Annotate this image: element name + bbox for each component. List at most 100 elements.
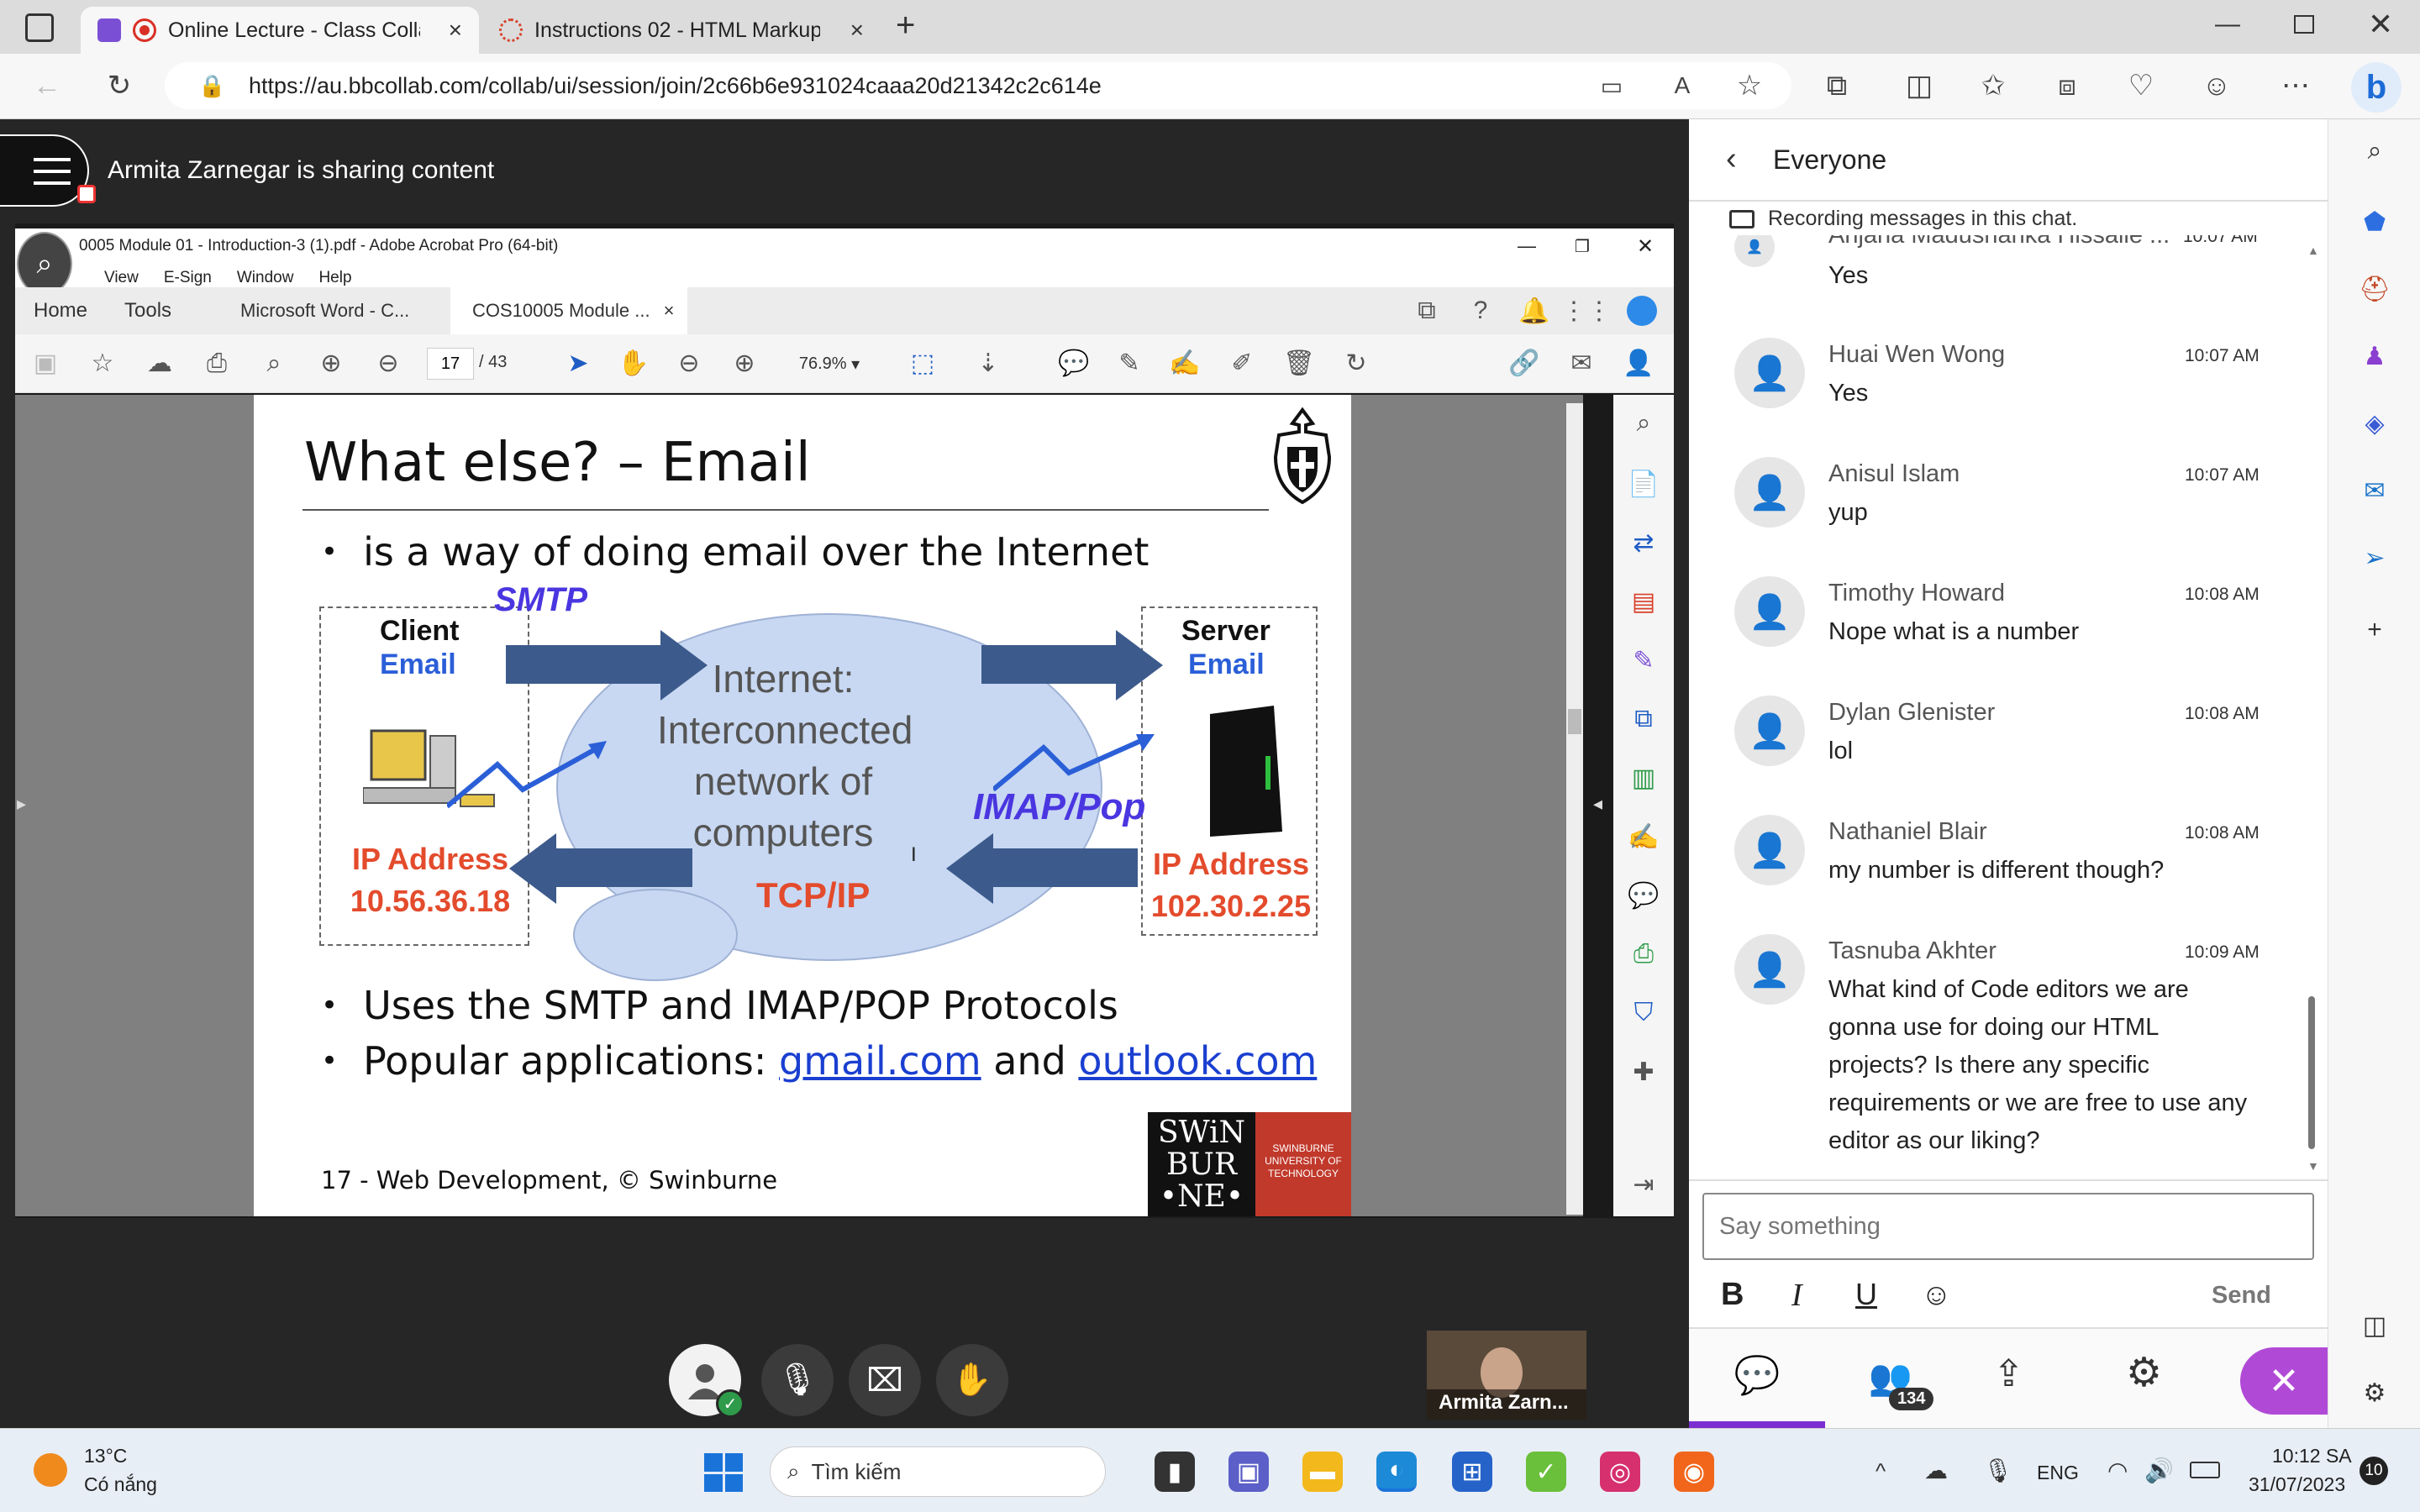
gmail-link[interactable]: gmail.com: [779, 1038, 981, 1084]
more-tools-icon[interactable]: ✚: [1627, 1055, 1660, 1089]
microphone-muted-button[interactable]: 🎙: [761, 1344, 834, 1416]
participants-tab-icon[interactable]: 👥 134: [1840, 1344, 1941, 1411]
bookmark-star-icon[interactable]: ☆: [86, 347, 119, 381]
browser-tab-instructions[interactable]: Instructions 02 - HTML Markups ×: [482, 7, 881, 54]
menu-view[interactable]: View: [104, 269, 139, 287]
sidebar-office-icon[interactable]: ◈: [2360, 408, 2390, 438]
close-panel-button[interactable]: ✕: [2240, 1347, 2328, 1415]
apps-grid-icon[interactable]: ⋮⋮: [1561, 294, 1612, 328]
comment-icon[interactable]: 💬: [1057, 347, 1091, 381]
camera-off-button[interactable]: ⌧: [849, 1344, 921, 1416]
taskbar-search[interactable]: ⌕ Tìm kiếm: [770, 1446, 1106, 1497]
store-icon[interactable]: ⊞: [1452, 1452, 1492, 1492]
export-pdf-icon[interactable]: ⇄: [1627, 526, 1660, 559]
chat-message-input[interactable]: [1702, 1193, 2314, 1260]
rotate-icon[interactable]: ↻: [1339, 347, 1373, 381]
clock-date[interactable]: 31/07/2023: [2249, 1473, 2345, 1496]
sidebar-shopping-icon[interactable]: ⬟: [2360, 207, 2390, 237]
hand-tool-icon[interactable]: ✋: [617, 347, 650, 381]
acrobat-tab-word[interactable]: Microsoft Word - C...: [240, 300, 409, 322]
page-number-field[interactable]: 17: [427, 348, 474, 380]
acrobat-tab-home[interactable]: Home: [34, 299, 87, 323]
favorites-list-icon[interactable]: ✩: [1975, 67, 2012, 104]
fit-page-icon[interactable]: ⬚: [906, 347, 939, 381]
raise-hand-button[interactable]: ✋: [936, 1344, 1008, 1416]
add-user-icon[interactable]: 👤: [1622, 347, 1655, 381]
close-tab-icon[interactable]: ×: [664, 300, 675, 322]
italic-button[interactable]: I: [1791, 1277, 1802, 1314]
read-aloud-icon[interactable]: A: [1664, 67, 1701, 104]
collections-icon[interactable]: ⧈: [2049, 67, 2086, 104]
draw-icon[interactable]: ✍: [1168, 347, 1202, 381]
battery-icon[interactable]: [2190, 1462, 2220, 1478]
refresh-icon[interactable]: ↻: [101, 67, 138, 104]
menu-window[interactable]: Window: [237, 269, 294, 287]
zoom-in-icon[interactable]: ⊕: [728, 347, 761, 381]
left-panel-toggle[interactable]: ▸: [17, 793, 26, 815]
address-bar[interactable]: 🔒 https://au.bbcollab.com/collab/ui/sess…: [165, 62, 1791, 109]
tray-network-icon[interactable]: ☁: [1924, 1457, 1948, 1484]
acrobat-close[interactable]: ✕: [1637, 234, 1654, 259]
app-green-icon[interactable]: ✓: [1526, 1452, 1566, 1492]
scroll-mode-icon[interactable]: ⇣: [971, 347, 1005, 381]
underline-button[interactable]: U: [1855, 1277, 1877, 1312]
right-panel-toggle[interactable]: ◂: [1593, 793, 1602, 815]
chat-back-icon[interactable]: ‹: [1726, 141, 1737, 177]
close-window-button[interactable]: ✕: [2368, 7, 2393, 42]
sidebar-tools-icon[interactable]: ⛑: [2359, 274, 2391, 304]
camera-icon[interactable]: ▭: [1593, 67, 1630, 104]
highlight-pen-icon[interactable]: ✎: [1113, 347, 1146, 381]
share-screen-icon[interactable]: ⧉: [1410, 294, 1444, 328]
zoom-tool-icon[interactable]: ⌕: [1627, 407, 1660, 440]
acrobat-minimize[interactable]: —: [1518, 235, 1536, 257]
sidebar-add-icon[interactable]: +: [2360, 615, 2390, 645]
delete-icon[interactable]: 🗑: [1282, 347, 1316, 381]
menu-esign[interactable]: E-Sign: [164, 269, 212, 287]
acrobat-restore[interactable]: ❐: [1575, 236, 1590, 257]
browser-tab-lecture[interactable]: Online Lecture - Class Collab ×: [81, 7, 479, 54]
split-screen-icon[interactable]: ◫: [1901, 67, 1938, 104]
my-status-button[interactable]: ✓: [669, 1344, 744, 1418]
extensions-icon[interactable]: ⧉: [1818, 67, 1855, 104]
bell-icon[interactable]: 🔔: [1518, 294, 1551, 328]
zoom-level-dropdown[interactable]: 76.9% ▾: [783, 348, 876, 380]
sidebar-send-icon[interactable]: ➢: [2360, 543, 2390, 573]
search-icon[interactable]: ⌕: [257, 347, 291, 381]
performance-icon[interactable]: ♡: [2123, 67, 2160, 104]
link-icon[interactable]: 🔗: [1507, 347, 1541, 381]
share-content-tab-icon[interactable]: ⇪: [1993, 1352, 2024, 1395]
notification-badge[interactable]: 10: [2360, 1457, 2388, 1485]
outlook-link[interactable]: outlook.com: [1078, 1038, 1317, 1084]
comment-tool-icon[interactable]: 💬: [1627, 879, 1660, 912]
tray-chevron-icon[interactable]: ^: [1876, 1458, 1886, 1484]
weather-icon[interactable]: [34, 1453, 67, 1487]
create-pdf-icon[interactable]: 📄: [1627, 467, 1660, 501]
start-button-icon[interactable]: [704, 1453, 743, 1492]
chat-tab-icon[interactable]: 💬: [1689, 1329, 1825, 1428]
zoom-out-icon[interactable]: ⊖: [672, 347, 706, 381]
page-down-icon[interactable]: ⊖: [371, 347, 405, 381]
acrobat-tab-module[interactable]: COS10005 Module ... ×: [450, 287, 687, 334]
wifi-icon[interactable]: ◠: [2107, 1457, 2128, 1484]
sign-icon[interactable]: ✐: [1225, 347, 1259, 381]
tray-mic-icon[interactable]: 🎙: [1983, 1457, 2013, 1484]
acrobat-tab-tools[interactable]: Tools: [124, 299, 171, 323]
instagram-icon[interactable]: ◎: [1600, 1452, 1640, 1492]
select-cursor-icon[interactable]: ➤: [561, 347, 595, 381]
settings-tab-icon[interactable]: ⚙: [2126, 1349, 2162, 1396]
emoji-icon[interactable]: ☺: [1921, 1277, 1952, 1312]
help-icon[interactable]: ?: [1464, 294, 1497, 328]
print-icon[interactable]: ⎙: [200, 347, 234, 381]
combine-files-icon[interactable]: ⧉: [1627, 702, 1660, 736]
firefox-icon[interactable]: ◉: [1674, 1452, 1714, 1492]
page-up-icon[interactable]: ⊕: [314, 347, 348, 381]
chat-scrollbar[interactable]: ▲ ▼: [2306, 244, 2319, 1174]
save-icon[interactable]: ▣: [29, 347, 62, 381]
teams-chat-icon[interactable]: ▣: [1228, 1452, 1269, 1492]
tab-actions-icon[interactable]: [25, 13, 54, 42]
new-tab-button[interactable]: +: [896, 7, 915, 45]
menu-help[interactable]: Help: [318, 269, 351, 287]
weather-description[interactable]: Có nắng: [84, 1473, 157, 1496]
fill-sign-icon[interactable]: ✍: [1627, 820, 1660, 853]
session-menu-button[interactable]: [0, 134, 96, 207]
